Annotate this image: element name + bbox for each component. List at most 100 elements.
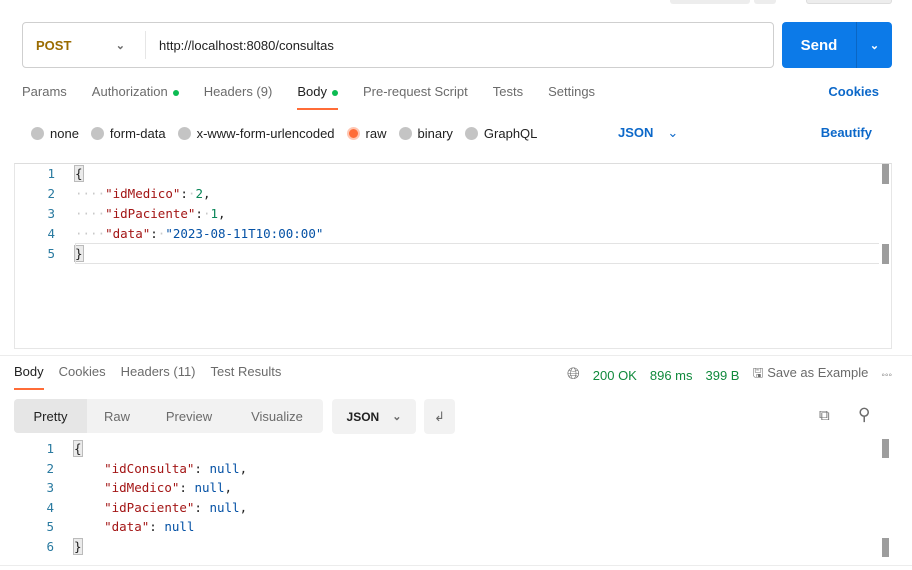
line-number: 3 [47,206,55,221]
radio-x-www-form-urlencoded[interactable]: x-www-form-urlencoded [177,125,335,141]
cookies-link[interactable]: Cookies [828,84,879,99]
divider [0,355,912,356]
top-toggle[interactable] [806,0,892,4]
line-number: 2 [46,460,54,476]
url-bar: POST ⌄ http://localhost:8080/consultas [22,22,774,68]
json-value: null [209,460,240,476]
save-label: Save as Example [767,365,869,380]
body-type-radios: none form-data x-www-form-urlencoded raw bin… [31,125,549,141]
response-time: 896 ms [649,367,693,383]
tab-tests[interactable]: Tests [493,84,523,110]
response-tab-body[interactable]: Body [14,364,44,390]
radio-label: x-www-form-urlencoded [196,125,335,141]
json-value: "2023-08-11T10:00:00" [165,226,324,241]
code-line: 2 "idConsulta": null, [14,459,247,479]
response-status: 🌐︎ 200 OK 896 ms 399 B 🖫︎ Save as Exampl… [567,364,892,386]
code-line: 5} [15,244,84,264]
view-mode-visualize[interactable]: Visualize [231,399,323,433]
radio-label: raw [365,125,387,141]
brace: } [73,538,83,555]
radio-circle-icon[interactable] [464,126,478,140]
radio-circle-icon[interactable] [31,126,44,140]
radio-circle-icon[interactable] [90,126,104,140]
divider [0,565,912,566]
top-button-dropdown[interactable] [754,0,776,4]
tab-params[interactable]: Params [22,84,67,110]
wrap-lines-icon[interactable]: ↲ [424,399,455,434]
radio-form-data[interactable]: form-data [90,126,166,141]
tab-label: Authorization [91,84,168,99]
tab-label: Cookies [58,364,106,379]
request-body-editor[interactable]: 1{2 ····"idMedico":·2, 3 ····"idPaciente":·… [14,163,892,349]
tab-settings[interactable]: Settings [548,84,595,110]
more-icon[interactable]: ◦◦◦ [881,370,892,381]
view-mode-preview[interactable]: Preview [147,399,231,433]
copy-icon[interactable]: ⧉ [819,407,830,424]
line-number: 3 [46,480,54,496]
chevron-down-icon[interactable]: ⌄ [857,22,892,68]
active-line-highlight [75,243,879,264]
indent: ···· [75,206,106,221]
code-line: 3 "idMedico": null, [14,478,232,498]
view-mode-pretty[interactable]: Pretty [14,399,87,433]
brace: } [74,245,84,262]
brace: { [74,165,84,182]
json-value: null [209,499,240,515]
code-line: 2 ····"idMedico":·2, [15,184,210,204]
json-key: "idMedico" [104,480,180,496]
view-mode-raw[interactable]: Raw [87,399,147,433]
tab-body[interactable]: Body [297,84,338,110]
radio-raw[interactable]: raw [346,125,387,141]
send-label[interactable]: Send [782,22,857,68]
json-key: "idPaciente" [104,499,195,515]
response-tab-test-results[interactable]: Test Results [211,364,282,390]
radio-GraphQL[interactable]: GraphQL [464,126,537,141]
brace: { [73,440,83,457]
tab-pre-request-script[interactable]: Pre-request Script [363,84,468,110]
response-format-select[interactable]: JSON ⌄ [332,399,416,434]
radio-circle-icon[interactable] [177,126,191,140]
tab-headers[interactable]: Headers (9) [204,84,273,110]
body-format-select[interactable]: JSON ⌄ [618,125,678,141]
json-key: "data" [104,519,150,535]
status-code: 200 OK [592,367,637,383]
globe-icon[interactable]: 🌐︎ [567,366,580,384]
radio-circle-icon[interactable] [398,126,412,140]
indent: ···· [75,226,106,241]
line-number: 1 [46,441,54,456]
line-number: 1 [47,166,55,181]
search-icon[interactable]: ⚲ [858,405,870,425]
send-button[interactable]: Send ⌄ [782,22,892,68]
request-tabs: Params Authorization Headers (9) Body Pre-re… [22,84,892,110]
scrollbar[interactable] [882,244,889,264]
line-number: 5 [47,246,55,261]
code-line: 4 "idPaciente": null, [14,498,247,518]
url-input[interactable]: http://localhost:8080/consultas [146,38,334,53]
top-button[interactable] [670,0,750,4]
tab-authorization[interactable]: Authorization [92,84,179,110]
status-dot-icon [331,89,338,96]
radio-circle-icon[interactable] [346,126,360,140]
chevron-down-icon: ⌄ [392,411,402,423]
radio-none[interactable]: none [31,126,79,141]
radio-binary[interactable]: binary [398,126,453,141]
chevron-down-icon: ⌄ [667,125,679,140]
method-label: POST [36,37,72,53]
scrollbar[interactable] [882,439,889,458]
tab-label: Settings [548,84,596,99]
json-key: "data" [105,226,151,241]
beautify-button[interactable]: Beautify [821,125,872,140]
save-icon: 🖫︎ [752,365,764,380]
response-tab-cookies[interactable]: Cookies [59,364,106,390]
save-as-example-button[interactable]: 🖫︎ Save as Example [752,364,868,386]
tab-label: Headers (11) [120,364,196,379]
scrollbar[interactable] [882,538,889,557]
scrollbar[interactable] [882,164,889,184]
method-select[interactable]: POST ⌄ [23,31,146,59]
response-tab-headers[interactable]: Headers (11) [121,364,196,390]
indent: ···· [75,186,106,201]
